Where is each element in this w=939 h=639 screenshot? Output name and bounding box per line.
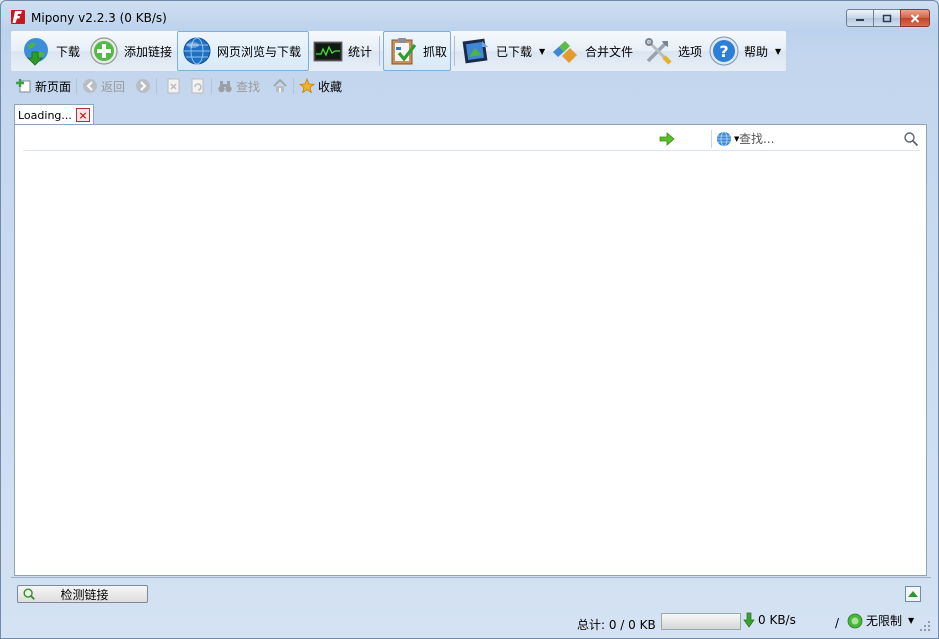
toolbar-separator — [293, 78, 295, 94]
close-icon — [910, 13, 920, 23]
globe-download-icon — [24, 38, 48, 66]
close-icon: × — [78, 108, 88, 122]
new-page-label: 新页面 — [35, 79, 72, 94]
address-input[interactable] — [23, 128, 655, 149]
capture-label: 抓取 — [423, 44, 448, 59]
toolbar-separator — [76, 78, 78, 94]
globe-icon — [717, 131, 731, 147]
main-window: Mipony v2.2.3 (0 KB/s) 下载 添加链接 网页浏览与下载 统… — [0, 0, 939, 639]
browser-toolbar: 新页面 返回 查找 收藏 — [11, 73, 931, 99]
detect-links-label: 检测链接 — [60, 587, 109, 602]
chevron-down-icon[interactable]: ▼ — [775, 47, 781, 56]
magnifier-icon — [23, 588, 35, 600]
add-link-button[interactable]: 添加链接 — [85, 31, 175, 71]
speed-limit-text: 无限制 — [866, 614, 903, 628]
monitor-chart-icon — [313, 41, 343, 62]
expand-panel-button[interactable] — [905, 586, 921, 602]
add-circle-icon — [90, 37, 118, 65]
tab-loading[interactable]: Loading... × — [14, 104, 94, 125]
merge-files-label: 合并文件 — [585, 44, 634, 59]
new-page-icon — [16, 79, 31, 93]
window-title: Mipony v2.2.3 (0 KB/s) — [31, 11, 167, 25]
back-arrow-icon — [83, 79, 98, 93]
title-bar[interactable]: Mipony v2.2.3 (0 KB/s) — [1, 1, 938, 31]
download-label: 下载 — [56, 44, 81, 59]
limit-circle-icon — [847, 613, 863, 628]
detect-links-button[interactable]: 检测链接 — [17, 585, 148, 603]
add-link-label: 添加链接 — [124, 44, 173, 59]
help-button[interactable]: ? 帮助 ▼ — [705, 31, 784, 71]
home-icon — [273, 78, 287, 92]
merge-puzzle-icon — [553, 41, 577, 63]
downloaded-button[interactable]: 已下载 ▼ — [457, 31, 548, 71]
web-browse-button[interactable]: 网页浏览与下载 — [177, 31, 309, 71]
clipboard-check-icon — [391, 38, 417, 65]
merge-files-button[interactable]: 合并文件 — [546, 31, 636, 71]
address-row: ▼ — [23, 127, 920, 151]
binoculars-icon — [218, 81, 232, 93]
search-engine-selector[interactable]: ▼ — [711, 130, 739, 148]
chevron-down-icon[interactable]: ▼ — [539, 47, 545, 56]
back-label: 返回 — [101, 79, 126, 94]
tab-close-button[interactable]: × — [76, 108, 90, 122]
browser-content[interactable]: ▼ — [14, 124, 927, 576]
favorites-label: 收藏 — [318, 79, 343, 94]
forward-arrow-icon — [136, 79, 151, 93]
new-page-button[interactable]: 新页面 — [14, 75, 73, 97]
restore-icon — [882, 14, 892, 22]
minimize-icon — [856, 19, 864, 21]
stats-label: 统计 — [348, 44, 373, 59]
forward-button[interactable] — [133, 75, 153, 97]
refresh-button[interactable] — [188, 75, 208, 97]
download-speed: 0 KB/s — [743, 612, 796, 628]
search-input[interactable] — [739, 129, 899, 149]
toolbar-separator — [454, 36, 455, 66]
minimize-button[interactable] — [846, 9, 873, 27]
triangle-up-icon — [908, 591, 918, 597]
help-icon: ? — [709, 36, 739, 66]
favorites-button[interactable]: 收藏 — [297, 75, 344, 97]
back-button[interactable]: 返回 — [80, 75, 127, 97]
find-label: 查找 — [236, 79, 261, 94]
options-label: 选项 — [678, 44, 703, 59]
home-button[interactable] — [270, 75, 290, 97]
globe-icon — [183, 37, 211, 65]
help-label: 帮助 — [744, 44, 769, 59]
toolbar-separator — [211, 78, 213, 94]
speed-limit-selector[interactable]: 无限制 ▼ — [847, 612, 914, 629]
downloaded-label: 已下载 — [496, 44, 533, 59]
close-button[interactable] — [900, 9, 930, 27]
speed-text: 0 KB/s — [758, 613, 796, 627]
window-controls — [846, 9, 930, 27]
stats-button[interactable]: 统计 — [309, 31, 375, 71]
chevron-down-icon: ▼ — [908, 616, 915, 625]
web-browse-label: 网页浏览与下载 — [217, 44, 302, 59]
separator-slash: / — [835, 616, 840, 630]
download-button[interactable]: 下载 — [17, 31, 83, 71]
toolbar-separator — [379, 36, 380, 66]
search-icon[interactable] — [903, 131, 919, 147]
total-size-text: 总计: 0 / 0 KB — [577, 618, 656, 632]
go-arrow-icon[interactable] — [659, 131, 675, 147]
download-arrow-icon — [743, 612, 755, 628]
capture-button[interactable]: 抓取 — [383, 31, 451, 71]
toolbar-separator — [156, 78, 158, 94]
main-toolbar: 下载 添加链接 网页浏览与下载 统计 抓取 已下载 ▼ 合并文件 选项 ? 帮助… — [11, 31, 786, 71]
resize-grip-icon[interactable] — [919, 620, 931, 632]
options-button[interactable]: 选项 — [639, 31, 705, 71]
bottom-divider[interactable] — [11, 577, 931, 580]
mipony-logo-icon — [11, 10, 25, 24]
stop-icon — [167, 78, 180, 94]
star-icon — [299, 78, 316, 94]
tab-label: Loading... — [18, 108, 72, 122]
svg-text:?: ? — [719, 42, 728, 61]
status-bar: 总计: 0 / 0 KB 0 KB/s / 无限制 ▼ — [1, 610, 938, 638]
maximize-button[interactable] — [873, 9, 900, 27]
find-button[interactable]: 查找 — [215, 75, 262, 97]
refresh-icon — [191, 78, 204, 94]
download-progress-bar — [661, 613, 741, 630]
stop-button[interactable] — [164, 75, 184, 97]
tools-icon — [645, 38, 672, 65]
film-folder-icon — [462, 38, 488, 64]
